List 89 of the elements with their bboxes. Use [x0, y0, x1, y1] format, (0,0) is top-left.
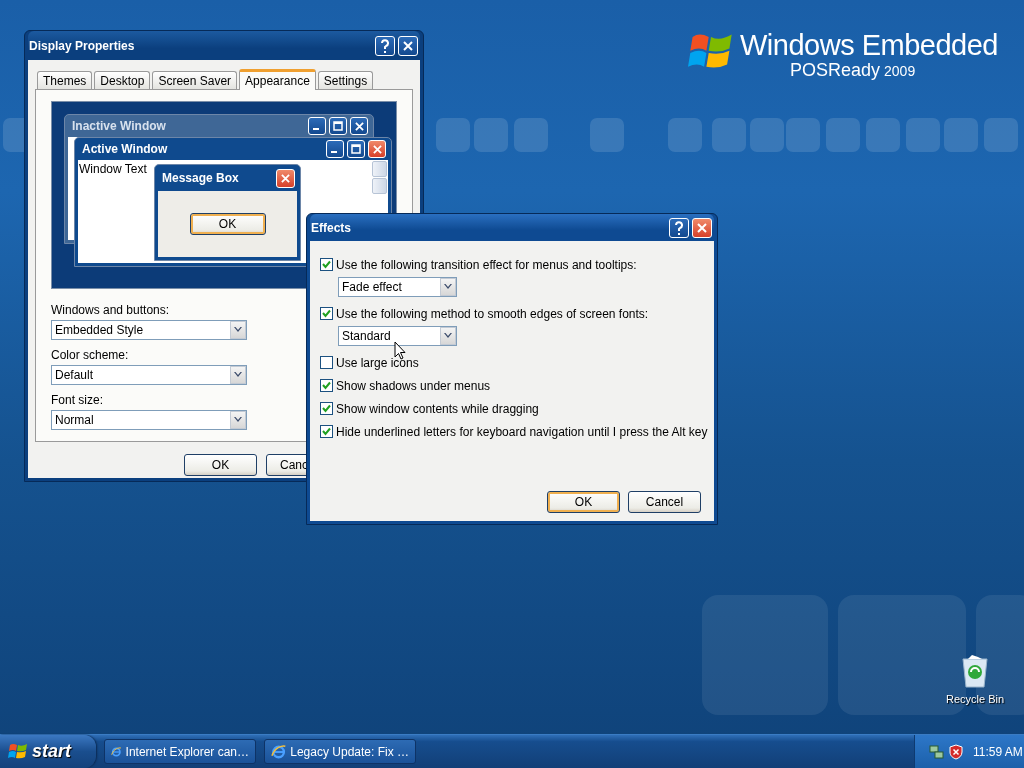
tab[interactable]: Settings — [317, 71, 374, 89]
ok-button[interactable]: OK — [184, 454, 257, 476]
close-button[interactable] — [398, 35, 418, 56]
question-icon — [380, 38, 390, 53]
checkbox[interactable] — [320, 379, 333, 392]
clock: 11:59 AM — [973, 744, 1023, 759]
recycle-bin-icon[interactable] — [960, 655, 990, 689]
dropdown-field[interactable]: Default — [51, 365, 247, 385]
wallpaper-tile — [906, 118, 940, 152]
close-icon — [697, 222, 707, 233]
field-label: Color scheme: — [51, 348, 129, 362]
checkbox-label[interactable]: Use large icons — [336, 355, 419, 370]
tab[interactable]: Themes — [37, 71, 93, 89]
maximize-icon — [351, 144, 361, 154]
logo-year: 2009 — [884, 63, 916, 79]
wallpaper-tile — [590, 118, 624, 152]
close-icon — [281, 173, 290, 183]
wallpaper-tile — [668, 118, 702, 152]
check-icon — [322, 260, 331, 269]
caret-icon — [234, 372, 242, 378]
wallpaper-tile — [984, 118, 1018, 152]
maximize-icon — [333, 121, 343, 131]
logo-title: Windows Embedded — [740, 30, 998, 60]
cancel-button[interactable]: Cancel — [628, 491, 701, 513]
wallpaper-tile — [866, 118, 900, 152]
taskbar-button[interactable]: Internet Explorer can… — [104, 739, 256, 764]
check-icon — [322, 309, 331, 318]
ok-button[interactable]: OK — [547, 491, 620, 513]
window-title: Active Window — [82, 142, 169, 156]
tab[interactable]: Desktop — [94, 71, 151, 89]
dropdown-arrow-button[interactable] — [440, 327, 456, 345]
tab[interactable]: Screen Saver — [152, 71, 238, 89]
dropdown-arrow-button[interactable] — [230, 411, 246, 429]
dropdown-field[interactable]: Normal — [51, 410, 247, 430]
taskbar-button[interactable]: Legacy Update: Fix … — [264, 739, 416, 764]
window-title: Inactive Window — [72, 119, 167, 133]
field-label: Windows and buttons: — [51, 303, 170, 317]
ok-button[interactable]: OK — [189, 213, 266, 235]
wallpaper-tile — [750, 118, 784, 152]
close-button[interactable] — [692, 217, 712, 238]
start-button[interactable]: start — [0, 735, 96, 768]
dropdown-field[interactable]: Fade effect — [338, 277, 457, 297]
close-icon — [372, 144, 382, 154]
checkbox-label[interactable]: Show window contents while dragging — [336, 401, 539, 416]
wallpaper-tile — [474, 118, 508, 152]
window-title: Display Properties — [29, 38, 136, 53]
dropdown-field[interactable]: Standard — [338, 326, 457, 346]
tab[interactable]: Appearance — [239, 69, 316, 90]
checkbox-label[interactable]: Hide underlined letters for keyboard navigation until I press the Alt key — [336, 424, 708, 439]
caret-icon — [444, 333, 452, 339]
wallpaper-tile — [944, 118, 978, 152]
help-button[interactable] — [669, 217, 689, 238]
logo-subtitle: POSReady — [790, 60, 881, 80]
checkbox[interactable] — [320, 258, 333, 271]
caret-icon — [234, 417, 242, 423]
help-button[interactable] — [375, 35, 395, 56]
check-icon — [322, 427, 331, 436]
caret-icon — [234, 327, 242, 333]
scrollbar — [372, 161, 387, 194]
globe-e-icon — [271, 743, 287, 760]
checkbox-label[interactable]: Use the following method to smooth edges of screen fonts: — [336, 306, 649, 321]
wallpaper-tile — [786, 118, 820, 152]
window-title: Effects — [311, 220, 352, 235]
dropdown-arrow-button[interactable] — [230, 321, 246, 339]
shield-alert-icon[interactable] — [949, 743, 963, 760]
checkbox[interactable] — [320, 402, 333, 415]
question-icon — [674, 220, 684, 235]
check-icon — [322, 381, 331, 390]
caret-icon — [444, 284, 452, 290]
window-title: Message Box — [162, 171, 240, 185]
desktop-icon-label[interactable]: Recycle Bin — [945, 693, 1005, 705]
checkbox-label[interactable]: Show shadows under menus — [336, 378, 491, 393]
close-icon — [403, 40, 413, 51]
checkbox[interactable] — [320, 356, 333, 369]
check-icon — [322, 404, 331, 413]
wallpaper-tile — [436, 118, 470, 152]
checkbox[interactable] — [320, 307, 333, 320]
dropdown-field[interactable]: Embedded Style — [51, 320, 247, 340]
close-icon — [354, 121, 364, 131]
checkbox[interactable] — [320, 425, 333, 438]
network-computers-icon[interactable] — [929, 743, 945, 760]
wallpaper-tile — [826, 118, 860, 152]
dropdown-arrow-button[interactable] — [230, 366, 246, 384]
wallpaper-tile — [712, 118, 746, 152]
dropdown-arrow-button[interactable] — [440, 278, 456, 296]
wallpaper-tile — [514, 118, 548, 152]
field-label: Font size: — [51, 393, 104, 407]
window-text: Window Text — [78, 161, 148, 178]
checkbox-label[interactable]: Use the following transition effect for menus and tooltips: — [336, 257, 637, 272]
